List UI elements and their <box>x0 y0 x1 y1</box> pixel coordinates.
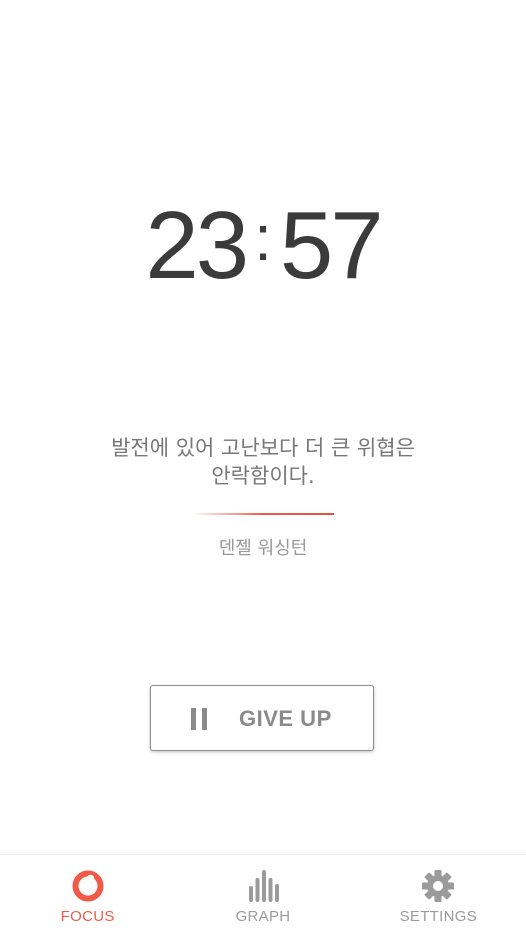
countdown-timer: 23 : 57 <box>0 196 526 296</box>
timer-seconds: 57 <box>279 192 384 299</box>
quote-author: 덴젤 워싱턴 <box>218 538 308 559</box>
nav-item-graph[interactable]: GRAPH <box>175 855 350 936</box>
focus-icon <box>72 870 104 902</box>
give-up-button[interactable]: GIVE UP <box>150 685 374 751</box>
timer-minutes: 23 <box>145 192 249 299</box>
nav-item-settings[interactable]: SETTINGS <box>351 855 526 936</box>
give-up-label: GIVE UP <box>239 706 332 731</box>
quote-divider <box>192 513 334 515</box>
nav-item-focus[interactable]: FOCUS <box>0 855 175 936</box>
nav-label-settings: SETTINGS <box>399 908 478 925</box>
bottom-navigation: FOCUS GRAPH SETTINGS <box>0 854 526 936</box>
nav-label-graph: GRAPH <box>235 908 291 925</box>
motivational-quote: 발전에 있어 고난보다 더 큰 위협은 안락함이다. <box>60 434 466 490</box>
nav-label-focus: FOCUS <box>60 908 115 925</box>
pause-icon <box>191 708 207 730</box>
focus-screen: 23 : 57 발전에 있어 고난보다 더 큰 위협은 안락함이다. 덴젤 워싱… <box>0 0 526 936</box>
gear-icon <box>422 870 455 902</box>
timer-separator: : <box>254 202 272 274</box>
quote-line-2: 안락함이다. <box>211 464 315 488</box>
quote-line-1: 발전에 있어 고난보다 더 큰 위협은 <box>111 436 415 460</box>
bar-chart-icon <box>248 870 279 902</box>
